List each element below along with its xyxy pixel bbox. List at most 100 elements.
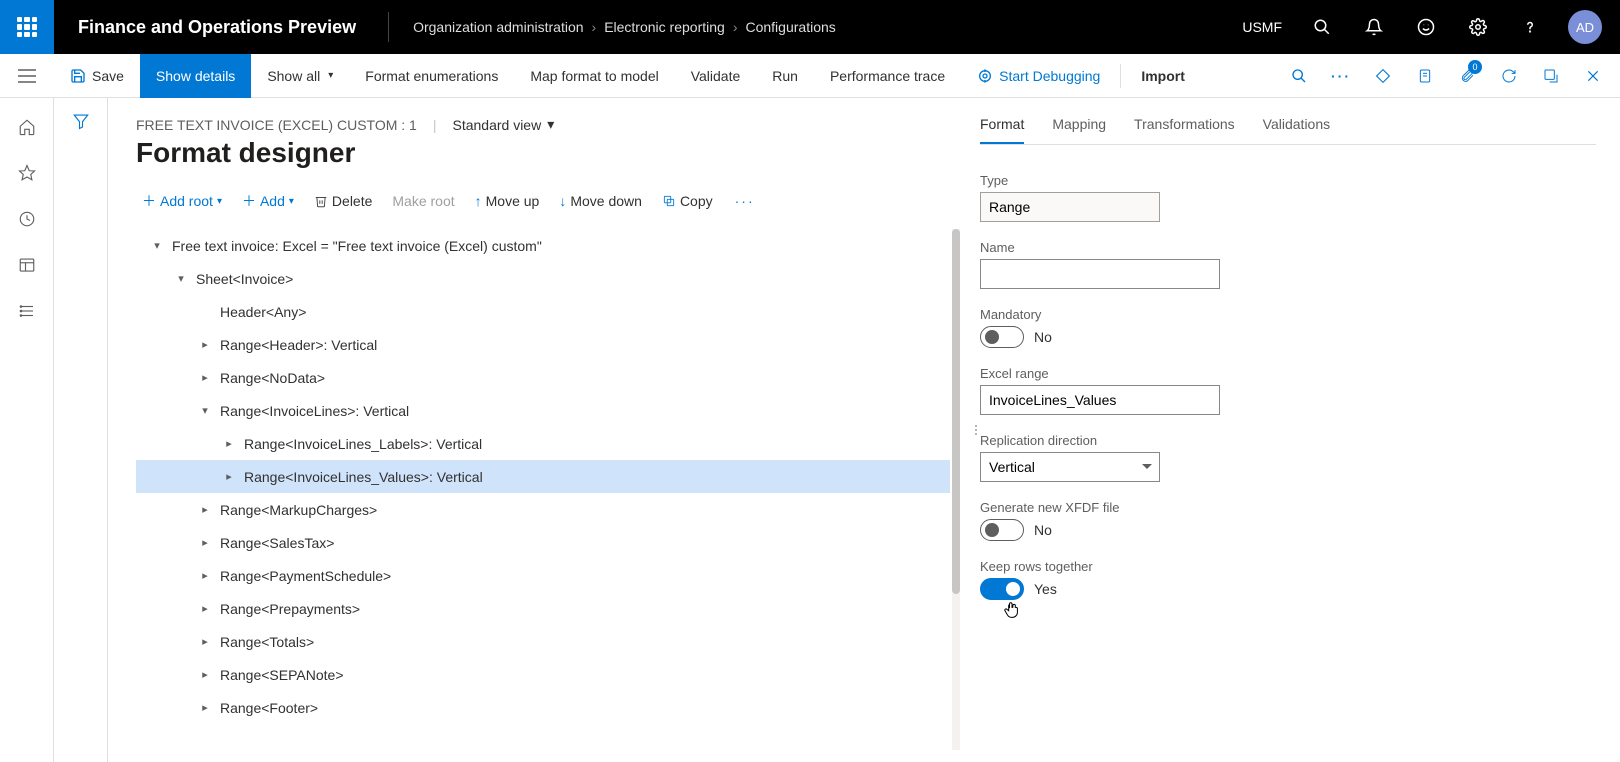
view-selector[interactable]: Standard view ▾ [452, 116, 554, 133]
tree-row[interactable]: ▾Sheet<Invoice> [136, 262, 950, 295]
attach-icon[interactable]: 0 [1448, 54, 1486, 98]
company-label[interactable]: USMF [1230, 19, 1294, 35]
caret-right-icon[interactable]: ▸ [196, 635, 214, 648]
nav-home[interactable] [0, 106, 54, 148]
breadcrumb-item[interactable]: Organization administration [413, 19, 583, 35]
tab-validations[interactable]: Validations [1263, 116, 1330, 144]
tree-row[interactable]: ▸Range<PaymentSchedule> [136, 559, 950, 592]
caret-right-icon[interactable]: ▸ [196, 668, 214, 681]
tree-row[interactable]: ▸Range<SalesTax> [136, 526, 950, 559]
splitter-handle[interactable] [972, 98, 980, 762]
scrollbar-track[interactable] [952, 229, 960, 750]
nav-recent[interactable] [0, 198, 54, 240]
smile-icon[interactable] [1402, 0, 1450, 54]
search-icon[interactable] [1280, 54, 1318, 98]
divider [1120, 64, 1121, 88]
page-icon[interactable] [1406, 54, 1444, 98]
tab-mapping[interactable]: Mapping [1052, 116, 1106, 144]
keep-rows-toggle[interactable] [980, 578, 1024, 600]
tree-row[interactable]: ▸Range<Header>: Vertical [136, 328, 950, 361]
validate-button[interactable]: Validate [675, 54, 757, 98]
close-icon[interactable] [1574, 54, 1612, 98]
diamond-icon[interactable] [1364, 54, 1402, 98]
scrollbar-thumb[interactable] [952, 229, 960, 594]
search-icon[interactable] [1298, 0, 1346, 54]
debug-icon [977, 68, 993, 84]
tree-row[interactable]: ▸Range<Prepayments> [136, 592, 950, 625]
replication-select[interactable] [980, 452, 1160, 482]
delete-button[interactable]: Delete [308, 189, 378, 213]
caret-down-icon[interactable]: ▾ [196, 404, 214, 417]
refresh-icon[interactable] [1490, 54, 1528, 98]
add-button[interactable]: ＋Add▾ [236, 187, 300, 215]
show-details-button[interactable]: Show details [140, 54, 251, 98]
format-enumerations-button[interactable]: Format enumerations [349, 54, 514, 98]
arrow-down-icon: ↓ [559, 193, 566, 209]
tree-row[interactable]: ▸Range<SEPANote> [136, 658, 950, 691]
xfdf-label: Generate new XFDF file [980, 500, 1596, 515]
nav-modules[interactable] [0, 290, 54, 332]
tree-row[interactable]: ▸Range<NoData> [136, 361, 950, 394]
run-button[interactable]: Run [756, 54, 814, 98]
app-launcher-button[interactable] [0, 0, 54, 54]
gear-icon[interactable] [1454, 0, 1502, 54]
caret-right-icon[interactable]: ▸ [196, 371, 214, 384]
caret-down-icon[interactable]: ▾ [172, 272, 190, 285]
performance-trace-button[interactable]: Performance trace [814, 54, 961, 98]
tree-row[interactable]: ▸Range<InvoiceLines_Labels>: Vertical [136, 427, 950, 460]
chevron-down-icon: ▾ [289, 196, 294, 207]
caret-right-icon[interactable]: ▸ [220, 437, 238, 450]
tree-row[interactable]: Header<Any> [136, 295, 950, 328]
caret-right-icon[interactable]: ▸ [196, 536, 214, 549]
avatar[interactable]: AD [1568, 10, 1602, 44]
type-field[interactable] [980, 192, 1160, 222]
tab-format[interactable]: Format [980, 116, 1024, 144]
nav-favorites[interactable] [0, 152, 54, 194]
add-root-button[interactable]: ＋Add root▾ [136, 187, 228, 215]
tree-row[interactable]: ▸Range<Footer> [136, 691, 950, 724]
move-up-button[interactable]: ↑Move up [469, 189, 546, 213]
bell-icon[interactable] [1350, 0, 1398, 54]
caret-right-icon[interactable]: ▸ [196, 602, 214, 615]
copy-button[interactable]: Copy [656, 189, 719, 213]
chevron-down-icon: ▾ [328, 70, 333, 81]
caret-right-icon[interactable]: ▸ [196, 569, 214, 582]
tab-transformations[interactable]: Transformations [1134, 116, 1235, 144]
xfdf-toggle[interactable] [980, 519, 1024, 541]
start-debugging-button[interactable]: Start Debugging [961, 54, 1116, 98]
caret-right-icon[interactable]: ▸ [220, 470, 238, 483]
caret-right-icon[interactable]: ▸ [196, 701, 214, 714]
plus-icon: ＋ [142, 191, 156, 211]
tree-node-label: Range<SEPANote> [214, 667, 344, 683]
tree-node-label: Range<Prepayments> [214, 601, 360, 617]
popout-icon[interactable] [1532, 54, 1570, 98]
hamburger-button[interactable] [0, 54, 54, 98]
breadcrumb-item[interactable]: Configurations [745, 19, 835, 35]
caret-down-icon[interactable]: ▾ [148, 239, 166, 252]
tree-row[interactable]: ▸Range<MarkupCharges> [136, 493, 950, 526]
name-field[interactable] [980, 259, 1220, 289]
more-icon[interactable]: ··· [727, 189, 763, 213]
filter-icon[interactable] [72, 112, 90, 762]
command-bar-right: ··· 0 [1280, 54, 1620, 98]
tree-row[interactable]: ▸Range<Totals> [136, 625, 950, 658]
breadcrumb-item[interactable]: Electronic reporting [604, 19, 725, 35]
excel-range-field[interactable] [980, 385, 1220, 415]
properties-pane: FormatMappingTransformationsValidations … [980, 98, 1620, 762]
make-root-button: Make root [386, 189, 460, 213]
move-down-button[interactable]: ↓Move down [553, 189, 648, 213]
import-button[interactable]: Import [1125, 54, 1201, 98]
more-icon[interactable]: ··· [1322, 54, 1360, 98]
caret-right-icon[interactable]: ▸ [196, 338, 214, 351]
tree-row[interactable]: ▸Range<InvoiceLines_Values>: Vertical [136, 460, 950, 493]
save-button[interactable]: Save [54, 54, 140, 98]
tree-row[interactable]: ▾Range<InvoiceLines>: Vertical [136, 394, 950, 427]
tree-row[interactable]: ▾Free text invoice: Excel = "Free text i… [136, 229, 950, 262]
map-format-button[interactable]: Map format to model [514, 54, 674, 98]
caret-right-icon[interactable]: ▸ [196, 503, 214, 516]
help-icon[interactable] [1506, 0, 1554, 54]
show-all-button[interactable]: Show all▾ [251, 54, 349, 98]
mandatory-toggle[interactable] [980, 326, 1024, 348]
nav-workspaces[interactable] [0, 244, 54, 286]
chevron-down-icon: ▾ [217, 196, 222, 207]
